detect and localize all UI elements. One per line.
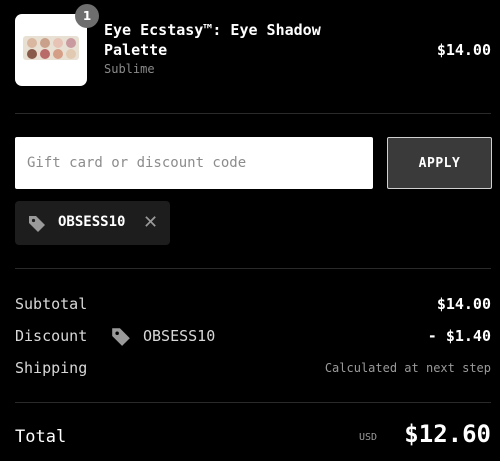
applied-code-label: OBSESS10 — [58, 214, 126, 230]
applied-discount-chip: OBSESS10 ✕ — [15, 201, 170, 245]
palette-pan — [66, 38, 76, 48]
apply-button[interactable]: APPLY — [387, 137, 492, 189]
palette-pan — [27, 38, 37, 48]
shipping-value: Calculated at next step — [324, 361, 491, 375]
currency-code: USD — [359, 432, 378, 443]
shipping-label: Shipping — [15, 359, 88, 377]
tag-icon — [112, 328, 130, 346]
total-label: Total — [15, 427, 67, 447]
palette-pan — [27, 49, 37, 59]
divider — [15, 268, 491, 269]
palette-pan — [66, 49, 76, 59]
discount-value: - $1.40 — [427, 327, 491, 345]
product-thumbnail — [15, 14, 87, 86]
palette-pan — [40, 49, 50, 59]
product-name: Eye Ecstasy™: Eye Shadow Palette — [104, 21, 321, 59]
eyeshadow-palette-image — [23, 36, 79, 60]
divider — [15, 113, 491, 114]
discount-code: OBSESS10 — [143, 327, 216, 345]
palette-pan — [40, 38, 50, 48]
remove-discount-icon[interactable]: ✕ — [143, 213, 158, 233]
product-price: $14.00 — [436, 41, 491, 59]
discount-code-input[interactable] — [15, 137, 373, 189]
discount-label: Discount — [15, 327, 88, 345]
palette-pan — [53, 49, 63, 59]
total-value: $12.60 — [404, 420, 491, 448]
tag-icon — [29, 216, 45, 232]
divider — [15, 402, 491, 403]
palette-pan — [53, 38, 63, 48]
quantity-badge: 1 — [75, 4, 99, 28]
product-vendor: Sublime — [104, 62, 155, 76]
subtotal-value: $14.00 — [436, 295, 491, 313]
subtotal-label: Subtotal — [15, 295, 88, 313]
